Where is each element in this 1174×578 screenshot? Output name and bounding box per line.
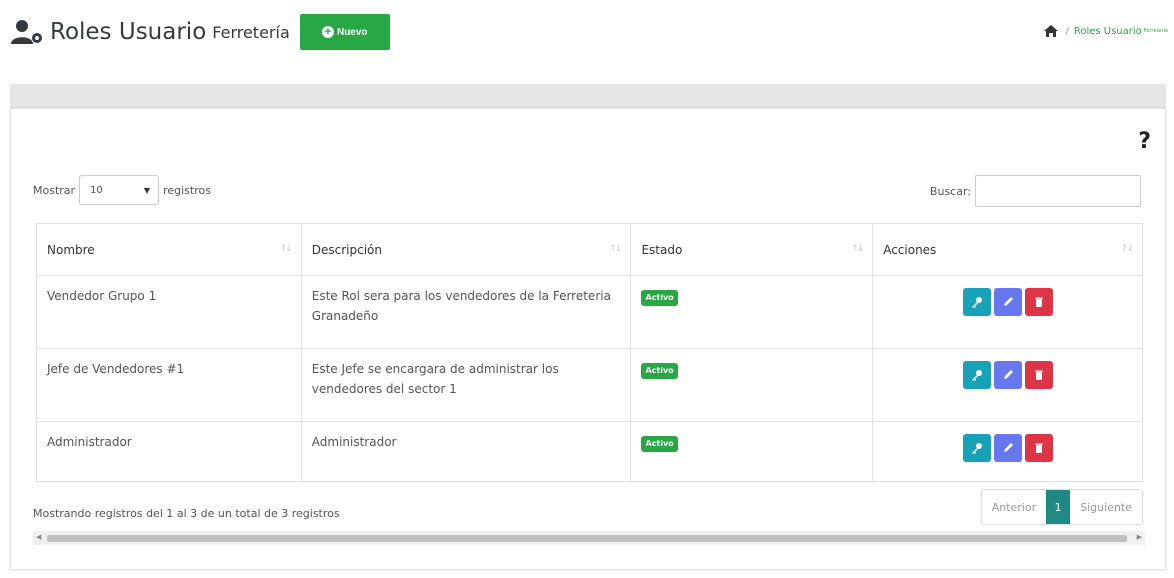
table-row: Vendedor Grupo 1 Este Rol sera para los … — [36, 275, 1143, 349]
column-header-acciones[interactable]: Acciones ↑↓ — [872, 223, 1143, 276]
page-header: Roles Usuario Ferretería + Nuevo / Roles… — [0, 0, 1174, 82]
cell-nombre: Vendedor Grupo 1 — [36, 275, 302, 349]
new-role-button-label: Nuevo — [336, 26, 368, 38]
column-header-descripcion[interactable]: Descripción ↑↓ — [300, 223, 631, 276]
sort-icon: ↑↓ — [609, 244, 622, 254]
breadcrumb-current[interactable]: Roles Usuario — [1074, 26, 1142, 37]
trash-icon — [1034, 443, 1043, 453]
search-label: Buscar: — [929, 184, 971, 198]
cell-estado: Activo — [630, 275, 873, 349]
page-subtitle: Ferretería — [212, 22, 290, 42]
delete-button[interactable] — [1024, 361, 1053, 389]
page-length-select[interactable]: 10 ▼ — [79, 175, 160, 205]
cell-descripcion: Administrador — [300, 421, 631, 482]
key-icon — [971, 443, 982, 454]
column-header-nombre[interactable]: Nombre ↑↓ — [36, 223, 302, 276]
chevron-down-icon: ▼ — [143, 185, 151, 195]
sort-icon: ↑↓ — [851, 244, 864, 254]
search-box: Buscar: — [930, 175, 1141, 207]
sort-icon: ↑↓ — [279, 244, 293, 254]
pagination-page-1[interactable]: 1 — [1046, 490, 1071, 524]
scroll-left-icon[interactable]: ◀ — [36, 533, 41, 541]
cell-estado: Activo — [630, 421, 873, 482]
trash-icon — [1034, 297, 1043, 307]
column-header-estado[interactable]: Estado ↑↓ — [630, 223, 873, 276]
pagination-previous[interactable]: Anterior — [982, 490, 1046, 524]
roles-card: ? Mostrar 10 ▼ registros Buscar: Nombre ↑… — [10, 108, 1166, 570]
delete-button[interactable] — [1024, 288, 1053, 316]
breadcrumb-current-suffix: Ferretería — [1143, 28, 1168, 34]
permissions-button[interactable] — [962, 434, 991, 462]
cell-nombre: Jefe de Vendedores #1 — [36, 348, 302, 422]
table-row: Administrador Administrador Activo — [36, 421, 1143, 482]
delete-button[interactable] — [1024, 434, 1053, 462]
sort-icon: ↑↓ — [1120, 244, 1134, 254]
pagination-next[interactable]: Siguiente — [1070, 490, 1142, 524]
table-row: Jefe de Vendedores #1 Este Jefe se encar… — [36, 348, 1143, 422]
pencil-icon — [1003, 297, 1013, 306]
edit-button[interactable] — [993, 361, 1022, 389]
cell-descripcion: Este Rol sera para los vendedores de la … — [300, 275, 631, 349]
help-button[interactable]: ? — [1138, 129, 1151, 154]
page-title-wrap: Roles Usuario Ferretería + Nuevo — [10, 14, 390, 50]
edit-button[interactable] — [993, 288, 1022, 316]
permissions-button[interactable] — [962, 361, 991, 389]
trash-icon — [1034, 370, 1043, 380]
home-icon[interactable] — [1043, 24, 1059, 38]
cell-acciones — [872, 275, 1143, 349]
breadcrumb-separator: / — [1065, 25, 1069, 37]
plus-circle-icon: + — [321, 26, 334, 38]
permissions-button[interactable] — [962, 288, 991, 316]
pagination: Anterior 1 Siguiente — [980, 489, 1143, 525]
scrollbar-thumb[interactable] — [47, 535, 1127, 542]
roles-table: Nombre ↑↓ Descripción ↑↓ Estado ↑↓ Acciones… — [36, 223, 1143, 482]
breadcrumb: / Roles Usuario Ferretería — [1043, 24, 1168, 38]
cell-nombre: Administrador — [36, 421, 302, 482]
pencil-icon — [1003, 370, 1013, 379]
cell-acciones — [872, 348, 1143, 422]
length-menu: Mostrar 10 ▼ registros — [33, 175, 211, 205]
length-menu-prefix: Mostrar — [33, 183, 76, 197]
scroll-right-icon[interactable]: ▶ — [1137, 533, 1142, 541]
new-role-button[interactable]: + Nuevo — [299, 14, 390, 50]
cell-estado: Activo — [630, 348, 873, 422]
key-icon — [971, 297, 982, 308]
page-title: Roles Usuario — [50, 19, 207, 45]
cell-descripcion: Este Jefe se encargara de administrar lo… — [300, 348, 631, 422]
page-length-value: 10 — [90, 184, 103, 196]
key-icon — [971, 370, 982, 381]
table-info: Mostrando registros del 1 al 3 de un tot… — [33, 507, 340, 520]
status-badge: Activo — [641, 290, 678, 306]
status-badge: Activo — [641, 363, 678, 379]
status-badge: Activo — [641, 436, 678, 452]
length-menu-suffix: registros — [163, 183, 211, 197]
table-header-row: Nombre ↑↓ Descripción ↑↓ Estado ↑↓ Acciones… — [36, 223, 1143, 276]
pencil-icon — [1003, 443, 1013, 452]
horizontal-scrollbar[interactable]: ◀ ▶ — [33, 531, 1145, 545]
cell-acciones — [872, 421, 1143, 482]
users-cog-icon — [11, 20, 42, 44]
search-input[interactable] — [975, 175, 1141, 207]
edit-button[interactable] — [993, 434, 1022, 462]
